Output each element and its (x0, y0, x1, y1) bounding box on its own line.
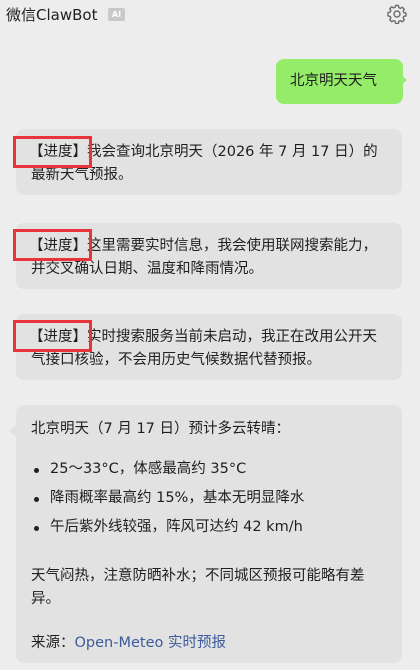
gear-icon-graphic (387, 4, 407, 25)
reply-bubble-tail (9, 425, 16, 437)
chat-header: 微信ClawBot AI (0, 0, 420, 32)
progress-tag-2: 【进度】 (29, 238, 87, 254)
progress-text-1: 【进度】我会查询北京明天（2026 年 7 月 17 日）的最新天气预报。 (29, 141, 389, 187)
progress-message-1[interactable]: 【进度】我会查询北京明天（2026 年 7 月 17 日）的最新天气预报。 (16, 129, 402, 195)
reply-headline: 北京明天（7 月 17 日）预计多云转晴： (31, 421, 291, 437)
weather-item-rain: 降雨概率最高约 15%，基本无明显降水 (31, 487, 391, 516)
weather-item-temperature: 25～33°C，体感最高约 35°C (31, 458, 391, 487)
user-bubble-tail (400, 74, 407, 86)
user-message-text: 北京明天天气 (290, 73, 377, 89)
source-link[interactable]: Open-Meteo 实时预报 (75, 635, 226, 651)
weather-list: 25～33°C，体感最高约 35°C 降雨概率最高约 15%，基本无明显降水 午… (31, 458, 391, 545)
user-message-bubble[interactable]: 北京明天天气 (276, 59, 403, 104)
chat-title: 微信ClawBot (6, 6, 98, 24)
progress-message-3[interactable]: 【进度】实时搜索服务当前未启动，我正在改用公开天气接口核验，不会用历史气候数据代… (16, 314, 402, 380)
progress-tag-1: 【进度】 (29, 144, 87, 160)
weather-item-uv-wind: 午后紫外线较强，阵风可达约 42 km/h (31, 516, 391, 545)
progress-text-3: 【进度】实时搜索服务当前未启动，我正在改用公开天气接口核验，不会用历史气候数据代… (29, 326, 389, 372)
assistant-reply-bubble[interactable]: 北京明天（7 月 17 日）预计多云转晴： 25～33°C，体感最高约 35°C… (16, 405, 402, 663)
progress-message-2[interactable]: 【进度】这里需要实时信息，我会使用联网搜索能力，并交叉确认日期、温度和降雨情况。 (16, 223, 402, 289)
reply-note: 天气闷热，注意防晒补水；不同城区预报可能略有差异。 (31, 568, 365, 607)
progress-tag-3: 【进度】 (29, 329, 87, 345)
reply-source: 来源：Open-Meteo 实时预报 (31, 632, 391, 655)
ai-badge: AI (108, 8, 125, 21)
progress-text-2: 【进度】这里需要实时信息，我会使用联网搜索能力，并交叉确认日期、温度和降雨情况。 (29, 235, 389, 281)
source-label: 来源： (31, 635, 75, 651)
gear-icon[interactable] (387, 4, 407, 25)
